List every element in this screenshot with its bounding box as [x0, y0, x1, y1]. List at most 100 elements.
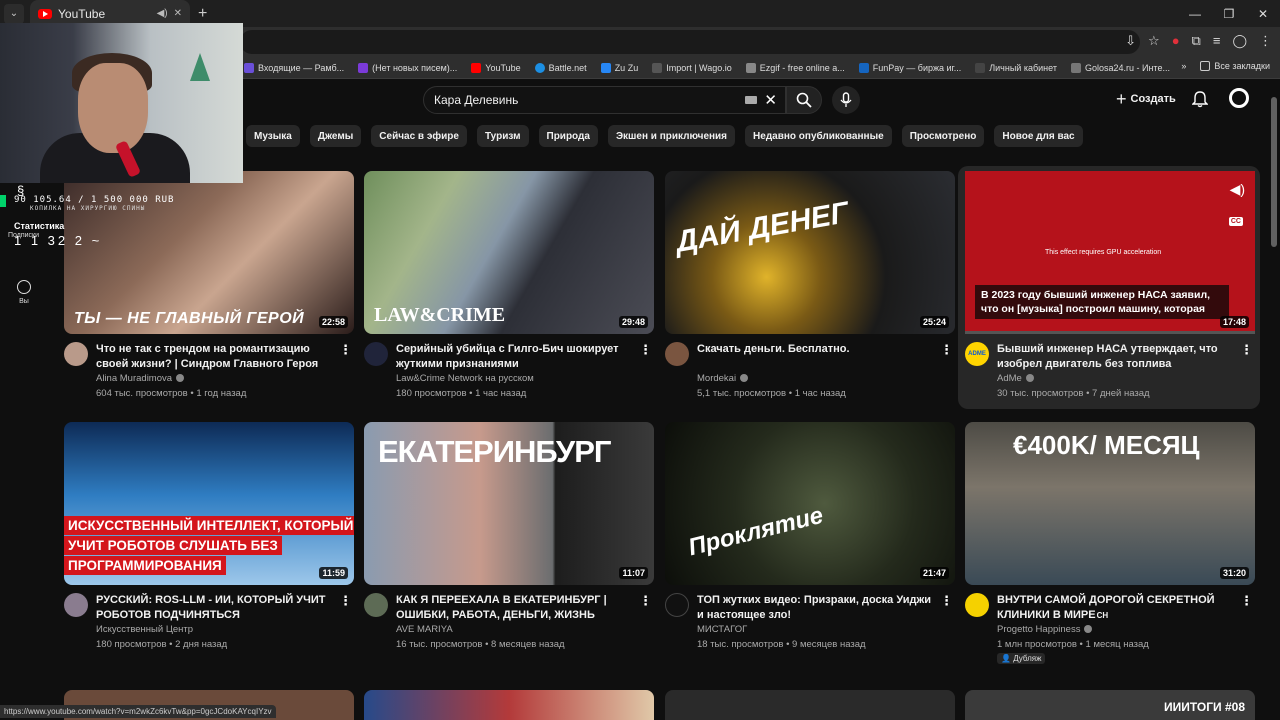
channel-avatar[interactable]: [665, 593, 689, 617]
bookmark-item[interactable]: (Нет новых писем)...: [358, 62, 457, 73]
video-thumbnail-partial[interactable]: [665, 690, 955, 720]
bookmark-item[interactable]: YouTube: [471, 62, 521, 73]
captions-icon[interactable]: CC: [1228, 217, 1243, 226]
channel-avatar[interactable]: ADME: [965, 342, 989, 366]
chip-tourism[interactable]: Туризм: [476, 125, 529, 147]
tab-search-button[interactable]: ⌄: [4, 3, 24, 24]
new-tab-button[interactable]: +: [198, 5, 207, 23]
keyboard-icon[interactable]: [745, 96, 757, 104]
more-actions-icon[interactable]: ⋮: [940, 342, 953, 358]
chip-jams[interactable]: Джемы: [309, 125, 362, 147]
channel-avatar[interactable]: [364, 593, 388, 617]
more-actions-icon[interactable]: ⋮: [1240, 342, 1253, 358]
volume-icon[interactable]: ◀): [1230, 181, 1245, 198]
channel-name[interactable]: AVE MARIYA: [396, 624, 453, 635]
video-preview-player[interactable]: This effect requires GPU acceleration ◀)…: [965, 171, 1255, 334]
video-title[interactable]: КАК Я ПЕРЕЕХАЛА В ЕКАТЕРИНБУРГ | ОШИБКИ,…: [396, 593, 636, 623]
channel-name[interactable]: Progetto Happiness: [997, 624, 1093, 635]
extension-red-icon[interactable]: ●: [1172, 33, 1180, 49]
video-thumbnail-partial[interactable]: [364, 690, 654, 720]
tab-audio-icon[interactable]: ◀): [157, 8, 168, 19]
video-title[interactable]: ТОП жутких видео: Призраки, доска Уиджи …: [697, 593, 937, 623]
chip-nature[interactable]: Природа: [538, 125, 598, 147]
minimize-icon[interactable]: —: [1178, 0, 1212, 27]
video-thumbnail[interactable]: LAW&CRIME 29:48: [364, 171, 654, 334]
more-actions-icon[interactable]: ⋮: [940, 593, 953, 609]
restore-icon[interactable]: ❐: [1212, 0, 1246, 27]
video-card[interactable]: ИСКУССТВЕННЫЙ ИНТЕЛЛЕКТ, КОТОРЫЙ УЧИТ РО…: [64, 422, 354, 672]
channel-avatar[interactable]: [64, 593, 88, 617]
video-card[interactable]: Проклятие 21:47 ТОП жутких видео: Призра…: [665, 422, 955, 672]
video-title[interactable]: Что не так с трендом на романтизацию сво…: [96, 342, 336, 372]
bookmark-star-icon[interactable]: ☆: [1148, 33, 1160, 49]
bookmark-item[interactable]: Ezgif - free online a...: [745, 62, 845, 73]
video-thumbnail-partial[interactable]: ИИИТОГИ #08: [965, 690, 1255, 720]
bookmark-item[interactable]: FunPay — биржа иг...: [858, 62, 961, 73]
clear-search-icon[interactable]: ✕: [764, 91, 777, 109]
bookmark-item[interactable]: Личный кабинет: [975, 62, 1057, 73]
video-title[interactable]: ВНУТРИ САМОЙ ДОРОГОЙ СЕКРЕТНОЙ КЛИНИКИ В…: [997, 593, 1237, 623]
video-card[interactable]: LAW&CRIME 29:48 Серийный убийца с Гилго-…: [364, 171, 654, 411]
more-actions-icon[interactable]: ⋮: [1240, 593, 1253, 609]
address-bar[interactable]: [240, 30, 1140, 54]
profile-icon[interactable]: ◯: [1232, 33, 1247, 49]
channel-name[interactable]: Alina Muradimova: [96, 373, 185, 384]
channel-name[interactable]: Mordekai: [697, 373, 749, 384]
video-title[interactable]: Бывший инженер НАСА утверждает, что изоб…: [997, 342, 1237, 372]
progress-bar[interactable]: [965, 331, 1255, 334]
video-card[interactable]: ДАЙ ДЕНЕГ 25:24 Скачать деньги. Бесплатн…: [665, 171, 955, 411]
channel-name[interactable]: МИСТАГОГ: [697, 624, 747, 635]
search-input[interactable]: Кара Делевинь ✕: [423, 86, 786, 114]
video-card[interactable]: €400K/ МЕСЯЦ 31:20 ВНУТРИ САМОЙ ДОРОГОЙ …: [965, 422, 1255, 672]
tab-close-icon[interactable]: ✕: [174, 8, 182, 19]
chip-live[interactable]: Сейчас в эфире: [371, 125, 467, 147]
scrollbar-thumb[interactable]: [1271, 97, 1277, 247]
chip-music[interactable]: Музыка: [246, 125, 300, 147]
search-button[interactable]: [786, 86, 822, 114]
bookmark-item[interactable]: Zu Zu: [600, 62, 638, 73]
channel-avatar[interactable]: [965, 593, 989, 617]
video-thumbnail[interactable]: ИСКУССТВЕННЫЙ ИНТЕЛЛЕКТ, КОТОРЫЙ УЧИТ РО…: [64, 422, 354, 585]
more-actions-icon[interactable]: ⋮: [339, 342, 352, 358]
channel-avatar[interactable]: [364, 342, 388, 366]
video-card[interactable]: ЕКАТЕРИНБУРГ 11:07 КАК Я ПЕРЕЕХАЛА В ЕКА…: [364, 422, 654, 672]
chip-action[interactable]: Экшен и приключения: [607, 125, 736, 147]
chip-watched[interactable]: Просмотрено: [901, 125, 985, 147]
browser-menu-icon[interactable]: ⋮: [1259, 33, 1272, 49]
video-thumbnail[interactable]: ДАЙ ДЕНЕГ 25:24: [665, 171, 955, 334]
more-actions-icon[interactable]: ⋮: [639, 593, 652, 609]
close-window-icon[interactable]: ✕: [1246, 0, 1280, 27]
account-avatar[interactable]: [1229, 88, 1249, 108]
video-thumbnail[interactable]: ЕКАТЕРИНБУРГ 11:07: [364, 422, 654, 585]
notifications-bell-icon[interactable]: [1192, 90, 1208, 108]
duration-badge: 29:48: [618, 316, 648, 328]
chip-recently-uploaded[interactable]: Недавно опубликованные: [745, 125, 892, 147]
channel-avatar[interactable]: [64, 342, 88, 366]
bookmark-item[interactable]: Входящие — Рамб...: [244, 62, 344, 73]
install-icon[interactable]: ⇩: [1125, 33, 1136, 49]
media-icon[interactable]: ≡: [1213, 33, 1221, 49]
video-thumbnail[interactable]: €400K/ МЕСЯЦ 31:20: [965, 422, 1255, 585]
more-actions-icon[interactable]: ⋮: [339, 593, 352, 609]
duration-badge: 21:47: [919, 567, 949, 579]
channel-avatar[interactable]: [665, 342, 689, 366]
video-title[interactable]: РУССКИЙ: ROS-LLM - ИИ, КОТОРЫЙ УЧИТ РОБО…: [96, 593, 336, 623]
voice-search-button[interactable]: [832, 86, 860, 114]
more-bookmarks-icon[interactable]: »: [1181, 61, 1186, 71]
more-actions-icon[interactable]: ⋮: [639, 342, 652, 358]
bookmark-item[interactable]: Battle.net: [534, 62, 587, 73]
channel-name[interactable]: AdMe: [997, 373, 1034, 384]
video-thumbnail[interactable]: Проклятие 21:47: [665, 422, 955, 585]
bookmark-item[interactable]: Golosa24.ru - Инте...: [1070, 62, 1170, 73]
page-scrollbar[interactable]: [1270, 85, 1278, 715]
video-title[interactable]: Скачать деньги. Бесплатно.: [697, 342, 937, 357]
all-bookmarks-folder[interactable]: Все закладки: [1200, 61, 1270, 71]
video-title[interactable]: Серийный убийца с Гилго-Бич шокирует жут…: [396, 342, 636, 372]
video-card-hovered[interactable]: This effect requires GPU acceleration ◀)…: [965, 171, 1255, 411]
chip-new-for-you[interactable]: Новое для вас: [994, 125, 1083, 147]
create-button[interactable]: + Создать: [1108, 86, 1178, 112]
channel-name[interactable]: Искусственный Центр: [96, 624, 193, 635]
extensions-icon[interactable]: ⧉: [1192, 33, 1201, 49]
bookmark-item[interactable]: Import | Wago.io: [652, 62, 732, 73]
channel-name[interactable]: Law&Crime Network на русском: [396, 373, 534, 384]
